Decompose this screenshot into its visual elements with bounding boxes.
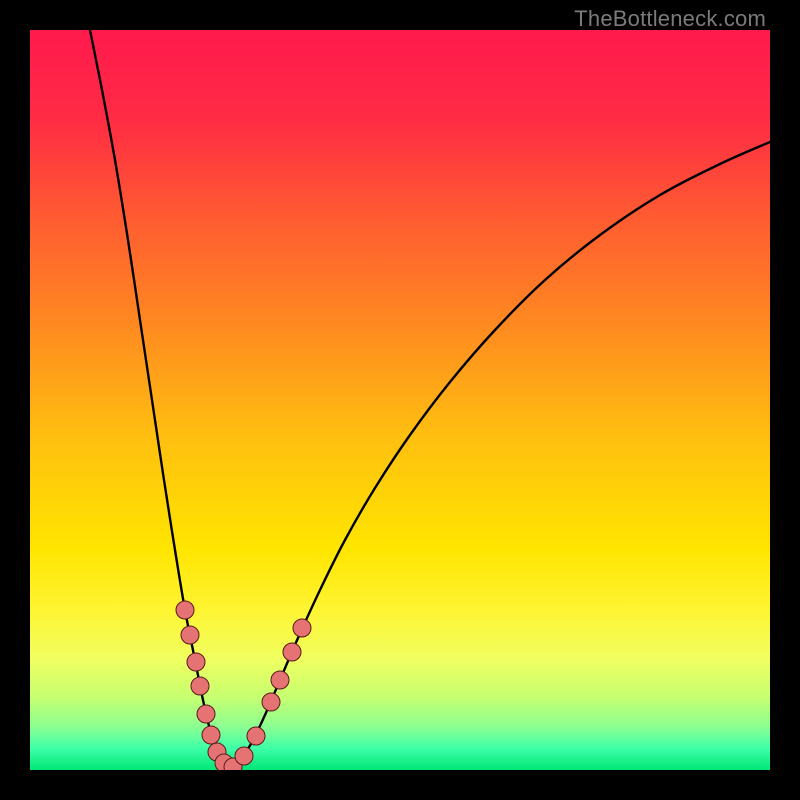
curve-layer xyxy=(30,30,770,770)
data-marker xyxy=(271,671,289,689)
curve-left xyxy=(90,30,230,767)
data-marker xyxy=(262,693,280,711)
data-marker xyxy=(235,747,253,765)
plot-area xyxy=(30,30,770,770)
data-markers xyxy=(176,601,311,770)
chart-frame: TheBottleneck.com xyxy=(0,0,800,800)
curve-right xyxy=(230,142,770,767)
watermark-text: TheBottleneck.com xyxy=(574,6,766,32)
data-marker xyxy=(187,653,205,671)
data-marker xyxy=(176,601,194,619)
data-marker xyxy=(181,626,199,644)
data-marker xyxy=(293,619,311,637)
data-marker xyxy=(283,643,301,661)
data-marker xyxy=(197,705,215,723)
data-marker xyxy=(202,726,220,744)
data-marker xyxy=(191,677,209,695)
data-marker xyxy=(247,727,265,745)
